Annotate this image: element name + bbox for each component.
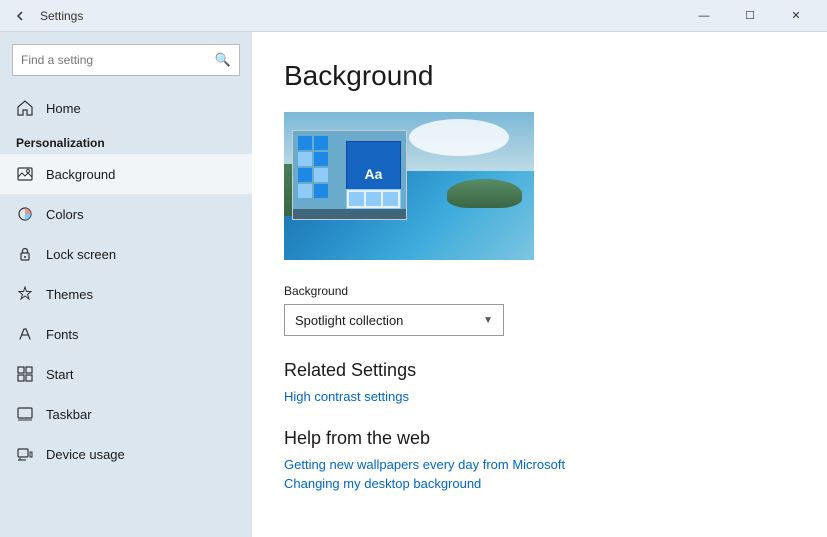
dp-small-1 bbox=[349, 192, 364, 206]
sidebar-item-taskbar-label: Taskbar bbox=[46, 407, 92, 422]
sidebar-item-start-label: Start bbox=[46, 367, 73, 382]
dp-aa-label: Aa bbox=[365, 166, 383, 182]
dp-taskbar bbox=[293, 209, 406, 219]
sidebar-item-taskbar[interactable]: Taskbar bbox=[0, 394, 252, 434]
dp-cell bbox=[314, 184, 328, 198]
dp-cell bbox=[314, 136, 328, 150]
sidebar-item-home[interactable]: Home bbox=[0, 88, 252, 128]
start-icon bbox=[16, 365, 34, 383]
dp-cell bbox=[298, 136, 312, 150]
home-icon bbox=[16, 99, 34, 117]
sidebar-item-fonts[interactable]: Fonts bbox=[0, 314, 252, 354]
device-icon bbox=[16, 445, 34, 463]
sidebar-item-lock-label: Lock screen bbox=[46, 247, 116, 262]
dp-cell bbox=[314, 168, 328, 182]
themes-icon bbox=[16, 285, 34, 303]
sidebar: 🔍 Home Personalization Background bbox=[0, 32, 252, 537]
background-form-label: Background bbox=[284, 284, 795, 298]
dp-window-bottom bbox=[346, 189, 401, 209]
background-form-group: Background Spotlight collection ▼ bbox=[284, 284, 795, 336]
title-bar-left: Settings bbox=[8, 4, 83, 28]
app-body: 🔍 Home Personalization Background bbox=[0, 32, 827, 537]
colors-icon bbox=[16, 205, 34, 223]
main-content: Background bbox=[252, 32, 827, 537]
background-dropdown[interactable]: Spotlight collection ▼ bbox=[284, 304, 504, 336]
maximize-button[interactable]: ☐ bbox=[727, 0, 773, 32]
dp-small-3 bbox=[383, 192, 398, 206]
dp-cell bbox=[298, 184, 312, 198]
lock-icon bbox=[16, 245, 34, 263]
sidebar-section-label: Personalization bbox=[0, 128, 252, 154]
help-link-2[interactable]: Changing my desktop background bbox=[284, 476, 795, 491]
icon-row-1 bbox=[298, 136, 328, 150]
window-controls: — ☐ ✕ bbox=[681, 0, 819, 32]
sidebar-item-themes[interactable]: Themes bbox=[0, 274, 252, 314]
fonts-icon bbox=[16, 325, 34, 343]
dp-cell bbox=[298, 152, 312, 166]
search-box[interactable]: 🔍 bbox=[12, 44, 240, 76]
related-settings-title: Related Settings bbox=[284, 360, 795, 381]
search-icon: 🔍 bbox=[215, 52, 231, 68]
preview-island bbox=[447, 179, 522, 209]
close-button[interactable]: ✕ bbox=[773, 0, 819, 32]
icon-row-2 bbox=[298, 152, 328, 166]
search-input[interactable] bbox=[21, 53, 209, 67]
sidebar-item-background-label: Background bbox=[46, 167, 115, 182]
background-preview: Aa bbox=[284, 112, 534, 260]
help-link-1[interactable]: Getting new wallpapers every day from Mi… bbox=[284, 457, 795, 472]
sidebar-item-device-usage-label: Device usage bbox=[46, 447, 125, 462]
back-button[interactable] bbox=[8, 4, 32, 28]
sidebar-item-fonts-label: Fonts bbox=[46, 327, 79, 342]
background-icon bbox=[16, 165, 34, 183]
minimize-button[interactable]: — bbox=[681, 0, 727, 32]
high-contrast-link[interactable]: High contrast settings bbox=[284, 389, 795, 404]
sidebar-item-start[interactable]: Start bbox=[0, 354, 252, 394]
page-title: Background bbox=[284, 60, 795, 92]
sidebar-item-colors-label: Colors bbox=[46, 207, 84, 222]
icon-row-3 bbox=[298, 168, 328, 182]
sidebar-item-device-usage[interactable]: Device usage bbox=[0, 434, 252, 474]
dp-cell bbox=[298, 168, 312, 182]
sidebar-item-themes-label: Themes bbox=[46, 287, 93, 302]
chevron-down-icon: ▼ bbox=[483, 315, 493, 326]
app-title: Settings bbox=[40, 9, 83, 23]
help-title: Help from the web bbox=[284, 428, 795, 449]
taskbar-icon bbox=[16, 405, 34, 423]
desktop-icons bbox=[298, 136, 328, 198]
sidebar-item-background[interactable]: Background bbox=[0, 154, 252, 194]
sidebar-item-lock-screen[interactable]: Lock screen bbox=[0, 234, 252, 274]
desktop-preview-thumbnail: Aa bbox=[292, 130, 407, 220]
sidebar-item-colors[interactable]: Colors bbox=[0, 194, 252, 234]
dropdown-value: Spotlight collection bbox=[295, 313, 403, 328]
sidebar-item-home-label: Home bbox=[46, 101, 81, 116]
title-bar: Settings — ☐ ✕ bbox=[0, 0, 827, 32]
dp-small-2 bbox=[366, 192, 381, 206]
icon-row-4 bbox=[298, 184, 328, 198]
dp-cell bbox=[314, 152, 328, 166]
